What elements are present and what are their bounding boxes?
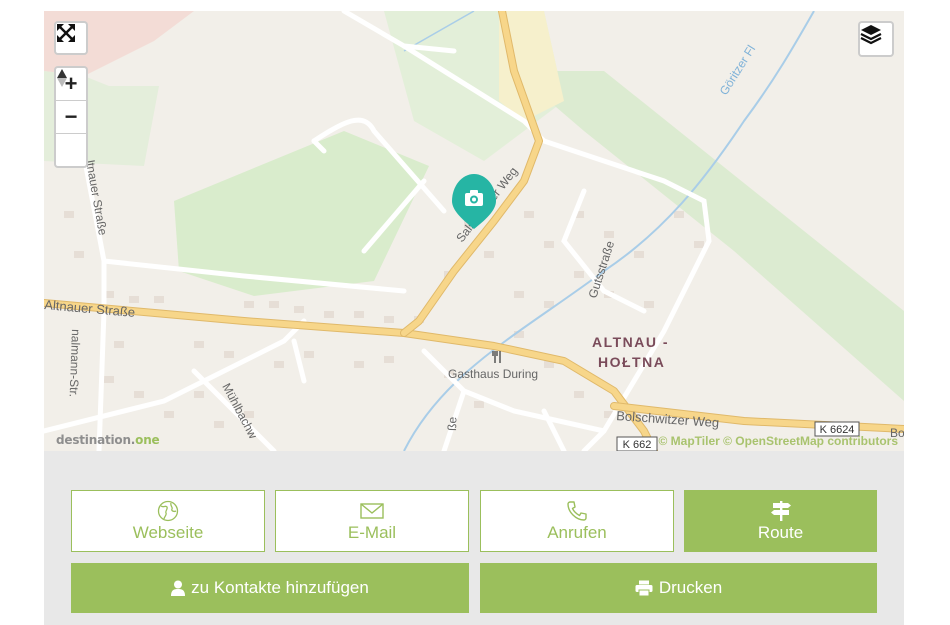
- map-canvas: Altnauer Straße ltnauer Straße Salsieben…: [44, 11, 904, 451]
- map-attribution[interactable]: © MapTiler © OpenStreetMap contributors: [659, 434, 899, 448]
- website-label: Webseite: [132, 522, 204, 542]
- map-widget: Altnauer Straße ltnauer Straße Salsieben…: [44, 11, 904, 625]
- expand-icon: [57, 24, 75, 42]
- zoom-control: + −: [54, 66, 88, 168]
- brand-text: destination.: [56, 433, 136, 447]
- globe-icon: [157, 500, 179, 521]
- envelope-icon: [360, 502, 384, 519]
- road-ref-2: K 662: [623, 439, 652, 451]
- action-panel: Webseite E-Mail Anrufen Route zu Kontakt…: [44, 451, 904, 625]
- place-name-line1: ALTNAU -: [592, 334, 669, 350]
- user-icon: [171, 580, 186, 596]
- road-ref-shield-2: K 662: [616, 436, 658, 451]
- zoom-out-label: −: [64, 104, 78, 129]
- add-contact-button[interactable]: zu Kontakte hinzufügen: [71, 563, 469, 613]
- email-label: E-Mail: [347, 522, 397, 542]
- call-label: Anrufen: [547, 522, 607, 542]
- brand-logo: destination.one: [56, 433, 160, 447]
- print-label: Drucken: [658, 578, 723, 597]
- add-contact-label: zu Kontakte hinzufügen: [191, 578, 369, 597]
- map-view[interactable]: Altnauer Straße ltnauer Straße Salsieben…: [44, 11, 904, 451]
- email-button[interactable]: E-Mail: [275, 490, 469, 552]
- route-button[interactable]: Route: [684, 490, 877, 552]
- reset-north-button[interactable]: [56, 69, 86, 166]
- printer-icon: [635, 580, 653, 596]
- label-strasse-stub: ße: [445, 416, 459, 431]
- website-button[interactable]: Webseite: [71, 490, 265, 552]
- phone-icon: [567, 500, 587, 521]
- place-name-line2: HOŁTNA: [598, 354, 665, 370]
- signpost-icon: [770, 500, 791, 521]
- label-poi-gasthaus: Gasthaus During: [448, 367, 538, 381]
- compass-icon: [57, 69, 67, 87]
- brand-accent: one: [135, 433, 160, 447]
- route-label: Route: [757, 522, 804, 542]
- layers-icon: [860, 25, 882, 45]
- layers-button[interactable]: [858, 21, 894, 57]
- call-button[interactable]: Anrufen: [480, 490, 674, 552]
- zoom-out-button[interactable]: −: [56, 101, 86, 134]
- label-mann-str: nalmann-Str.: [67, 329, 83, 397]
- fullscreen-button[interactable]: [54, 21, 88, 55]
- print-button[interactable]: Drucken: [480, 563, 877, 613]
